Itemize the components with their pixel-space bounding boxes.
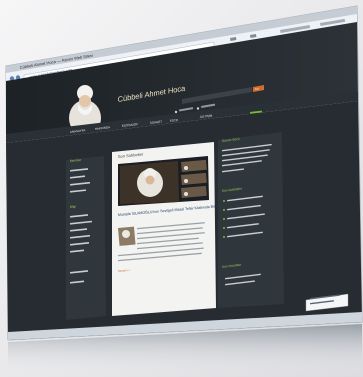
article-thumbnail[interactable] — [118, 226, 136, 246]
featured-video[interactable] — [118, 156, 209, 206]
browser-screenshot: Cübbeli Ahmet Hoca — Resmi Web Sitesi ww… — [0, 0, 363, 377]
left-menu-title-2: Bilgi — [70, 204, 77, 209]
scene: Cübbeli Ahmet Hoca — Resmi Web Sitesi ww… — [0, 0, 363, 377]
